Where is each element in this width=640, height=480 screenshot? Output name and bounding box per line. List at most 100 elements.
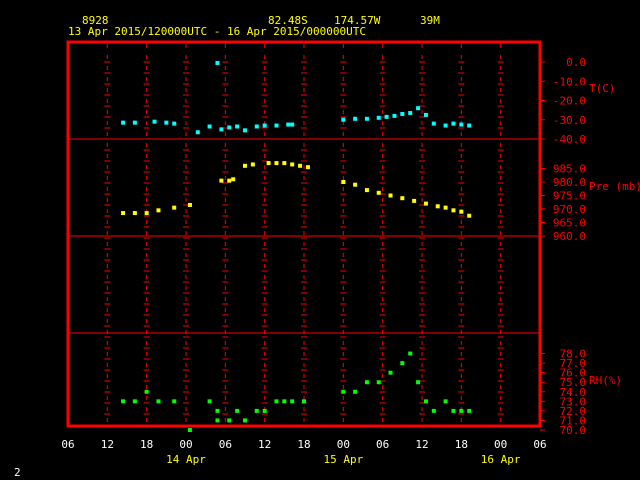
pressure-point <box>435 204 440 209</box>
x-date-label: 16 Apr <box>481 453 521 466</box>
x-hour-label: 06 <box>61 438 74 451</box>
pressure-point <box>459 209 464 214</box>
rh-point <box>459 408 464 413</box>
y-tick-label: 985.0 <box>553 163 586 176</box>
y-tick-label: 970.0 <box>553 203 586 216</box>
x-date-label: 14 Apr <box>166 453 206 466</box>
pressure-point <box>219 178 224 183</box>
rh-point <box>353 389 358 394</box>
temp-axis-label: T(C) <box>589 82 616 95</box>
pressure-point <box>187 202 192 207</box>
rh-point <box>467 408 472 413</box>
rh-axis-label: RH(%) <box>589 374 622 387</box>
x-hour-label: 12 <box>101 438 114 451</box>
rh-point <box>302 399 306 404</box>
pressure-point <box>423 201 428 206</box>
rh-point <box>364 380 369 385</box>
meteogram-chart: 8928 82.48S 174.57W 39M 13 Apr 2015/1200… <box>14 14 640 479</box>
temperature-point <box>364 116 369 121</box>
rh-point <box>172 399 177 404</box>
y-tick-label: 70.0 <box>560 424 587 437</box>
x-hour-label: 18 <box>140 438 153 451</box>
x-hour-label: 06 <box>376 438 389 451</box>
pressure-point <box>467 213 472 218</box>
rh-point <box>443 399 448 404</box>
pressure-point <box>353 182 358 187</box>
x-hour-label: 12 <box>258 438 271 451</box>
pressure-point <box>156 208 161 213</box>
temperature-point <box>416 106 421 111</box>
rh-point <box>254 408 259 413</box>
temperature-point <box>215 60 220 65</box>
x-hour-label: 00 <box>494 438 507 451</box>
rh-point <box>132 399 137 404</box>
rh-point <box>156 399 161 404</box>
y-tick-label: 980.0 <box>553 176 586 189</box>
rh-point <box>262 408 267 413</box>
rh-point <box>400 361 405 366</box>
rh-point <box>431 408 436 413</box>
pressure-point <box>364 188 369 193</box>
elevation: 39M <box>420 14 440 27</box>
x-date-label: 15 Apr <box>323 453 363 466</box>
pressure-point <box>451 208 456 213</box>
x-hour-label: 18 <box>455 438 468 451</box>
x-hour-label: 18 <box>297 438 310 451</box>
pressure-point <box>132 211 137 216</box>
temperature-point <box>207 124 212 129</box>
pressure-point <box>376 190 381 195</box>
x-hour-label: 06 <box>219 438 232 451</box>
rh-point <box>235 408 240 413</box>
temperature-point <box>227 125 232 130</box>
pressure-axis-label: Pre (mb) <box>589 180 640 193</box>
temperature-point <box>132 120 137 125</box>
temperature-point <box>467 123 472 128</box>
temperature-point <box>341 117 346 122</box>
pressure-point <box>400 196 405 201</box>
x-axis-labels: 06 12 18 00 06 12 18 00 06 12 18 00 06 14 Apr 15 Apr 16… <box>61 438 546 466</box>
y-tick-labels: 0.0 -10.0 -20.0 -30.0 -40.0 985.0980.0975.097… <box>553 56 586 437</box>
y-tick-label: 975.0 <box>553 190 586 203</box>
temperature-point <box>392 113 397 118</box>
x-hour-label: 00 <box>179 438 192 451</box>
pressure-point <box>227 178 232 183</box>
time-period: 13 Apr 2015/120000UTC - 16 Apr 2015/0000… <box>68 25 366 38</box>
temperature-point <box>459 122 464 127</box>
pressure-point <box>172 205 177 210</box>
temperature-point <box>423 112 428 117</box>
pressure-point <box>231 177 236 182</box>
pressure-point <box>388 193 393 198</box>
rh-point <box>416 380 421 385</box>
rh-point <box>243 418 247 423</box>
temperature-point <box>235 124 240 129</box>
temperature-point <box>164 120 169 125</box>
temperature-point <box>376 115 381 120</box>
rh-point <box>451 408 456 413</box>
temperature-point <box>243 128 247 133</box>
temperature-point <box>195 130 200 135</box>
rh-point <box>408 351 413 356</box>
y-tick-label: -30.0 <box>553 114 586 127</box>
temperature-point <box>152 119 157 124</box>
temperature-point <box>400 111 405 116</box>
x-hour-label: 06 <box>533 438 546 451</box>
pressure-point <box>266 161 271 166</box>
rh-point <box>187 428 192 432</box>
pressure-point <box>443 205 448 210</box>
rh-point <box>215 408 220 413</box>
rh-point <box>388 370 393 375</box>
temperature-point <box>172 121 177 126</box>
pressure-point <box>290 162 295 167</box>
y-tick-label: 965.0 <box>553 217 586 230</box>
y-tick-label: 0.0 <box>566 56 586 69</box>
pressure-point <box>412 198 417 203</box>
y-tick-label: 960.0 <box>553 230 586 243</box>
rh-point <box>423 399 428 404</box>
rh-point <box>282 399 287 404</box>
pressure-point <box>144 211 149 216</box>
rh-point <box>207 399 212 404</box>
rh-point <box>227 418 232 423</box>
temperature-point <box>274 123 279 128</box>
pressure-point <box>305 165 310 170</box>
temperature-point <box>254 124 259 129</box>
